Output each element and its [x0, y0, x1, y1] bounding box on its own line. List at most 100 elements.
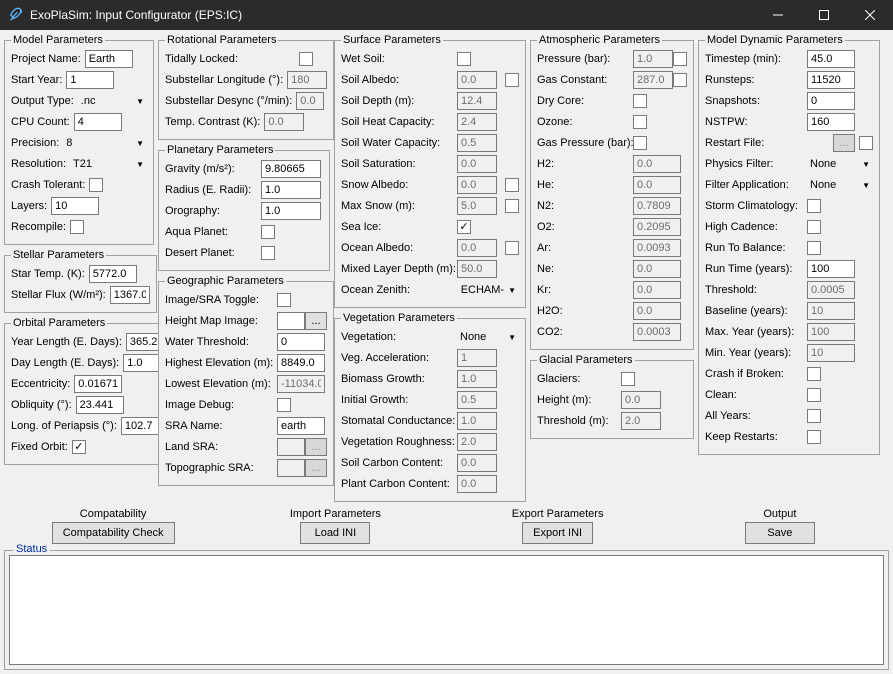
o2-input[interactable] [633, 218, 681, 236]
gas-constant-input[interactable] [633, 71, 673, 89]
temp-contrast-input[interactable] [264, 113, 304, 131]
save-button[interactable]: Save [745, 522, 815, 544]
ozone-checkbox[interactable] [633, 115, 647, 129]
image-debug-checkbox[interactable] [277, 398, 291, 412]
storm-clim-checkbox[interactable] [807, 199, 821, 213]
obliquity-input[interactable] [76, 396, 124, 414]
timestep-input[interactable] [807, 50, 855, 68]
aqua-checkbox[interactable] [261, 225, 275, 239]
tidally-locked-checkbox[interactable] [299, 52, 313, 66]
sea-ice-checkbox[interactable] [457, 220, 471, 234]
star-temp-input[interactable] [89, 265, 137, 283]
max-snow-input[interactable] [457, 197, 497, 215]
ocean-albedo-input[interactable] [457, 239, 497, 257]
soil-water-input[interactable] [457, 134, 497, 152]
min-year-input[interactable] [807, 344, 855, 362]
radius-input[interactable] [261, 181, 321, 199]
restart-file-checkbox[interactable] [859, 136, 873, 150]
crash-tolerant-checkbox[interactable] [89, 178, 103, 192]
precision-select[interactable]: 8▼ [63, 134, 147, 152]
high-cadence-checkbox[interactable] [807, 220, 821, 234]
gas-pressure-checkbox[interactable] [633, 136, 647, 150]
project-name-input[interactable] [85, 50, 133, 68]
initial-growth-input[interactable] [457, 391, 497, 409]
kr-input[interactable] [633, 281, 681, 299]
snapshots-input[interactable] [807, 92, 855, 110]
fixed-orbit-checkbox[interactable] [72, 440, 86, 454]
max-snow-checkbox[interactable] [505, 199, 519, 213]
pressure-input[interactable] [633, 50, 673, 68]
soil-heat-input[interactable] [457, 113, 497, 131]
snow-albedo-checkbox[interactable] [505, 178, 519, 192]
ocean-zenith-select[interactable]: ECHAM-▼ [435, 281, 519, 299]
max-year-input[interactable] [807, 323, 855, 341]
close-button[interactable] [847, 0, 893, 30]
pressure-checkbox[interactable] [673, 52, 687, 66]
ar-input[interactable] [633, 239, 681, 257]
resolution-select[interactable]: T21▼ [70, 155, 147, 173]
gas-constant-checkbox[interactable] [673, 73, 687, 87]
baseline-input[interactable] [807, 302, 855, 320]
he-input[interactable] [633, 176, 681, 194]
nstpw-input[interactable] [807, 113, 855, 131]
land-sra-browse-button[interactable]: ... [305, 438, 327, 456]
mixed-layer-input[interactable] [457, 260, 497, 278]
vegetation-select[interactable]: None▼ [457, 328, 519, 346]
desert-checkbox[interactable] [261, 246, 275, 260]
soil-depth-input[interactable] [457, 92, 497, 110]
orography-input[interactable] [261, 202, 321, 220]
plant-carbon-input[interactable] [457, 475, 497, 493]
h2o-input[interactable] [633, 302, 681, 320]
soil-albedo-input[interactable] [457, 71, 497, 89]
load-ini-button[interactable]: Load INI [300, 522, 370, 544]
maximize-button[interactable] [801, 0, 847, 30]
snow-albedo-input[interactable] [457, 176, 497, 194]
soil-carbon-input[interactable] [457, 454, 497, 472]
recompile-checkbox[interactable] [70, 220, 84, 234]
output-type-select[interactable]: .nc▼ [78, 92, 147, 110]
eccentricity-input[interactable] [74, 375, 122, 393]
runsteps-input[interactable] [807, 71, 855, 89]
n2-input[interactable] [633, 197, 681, 215]
status-textarea[interactable] [9, 555, 884, 665]
height-map-browse-button[interactable]: ... [305, 312, 327, 330]
glaciers-checkbox[interactable] [621, 372, 635, 386]
layers-input[interactable] [51, 197, 99, 215]
clean-checkbox[interactable] [807, 388, 821, 402]
topo-sra-browse-button[interactable]: ... [305, 459, 327, 477]
periapsis-input[interactable] [121, 417, 161, 435]
crash-broken-checkbox[interactable] [807, 367, 821, 381]
veg-accel-input[interactable] [457, 349, 497, 367]
wet-soil-checkbox[interactable] [457, 52, 471, 66]
restart-browse-button[interactable]: ... [833, 134, 855, 152]
glacier-threshold-input[interactable] [621, 412, 661, 430]
minimize-button[interactable] [755, 0, 801, 30]
land-sra-input[interactable] [277, 438, 305, 456]
water-threshold-input[interactable] [277, 333, 325, 351]
cpu-count-input[interactable] [74, 113, 122, 131]
filter-app-select[interactable]: None▼ [807, 176, 873, 194]
substellar-lon-input[interactable] [287, 71, 327, 89]
export-ini-button[interactable]: Export INI [522, 522, 593, 544]
highest-elev-input[interactable] [277, 354, 325, 372]
physics-filter-select[interactable]: None▼ [807, 155, 873, 173]
stomatal-input[interactable] [457, 412, 497, 430]
all-years-checkbox[interactable] [807, 409, 821, 423]
gravity-input[interactable] [261, 160, 321, 178]
roughness-input[interactable] [457, 433, 497, 451]
lowest-elev-input[interactable] [277, 375, 325, 393]
run-to-balance-checkbox[interactable] [807, 241, 821, 255]
sra-name-input[interactable] [277, 417, 325, 435]
sra-toggle-checkbox[interactable] [277, 293, 291, 307]
dry-core-checkbox[interactable] [633, 94, 647, 108]
ne-input[interactable] [633, 260, 681, 278]
start-year-input[interactable] [66, 71, 114, 89]
biomass-input[interactable] [457, 370, 497, 388]
co2-input[interactable] [633, 323, 681, 341]
stellar-flux-input[interactable] [110, 286, 150, 304]
topo-sra-input[interactable] [277, 459, 305, 477]
height-map-input[interactable] [277, 312, 305, 330]
soil-sat-input[interactable] [457, 155, 497, 173]
run-time-input[interactable] [807, 260, 855, 278]
compat-check-button[interactable]: Compatability Check [52, 522, 175, 544]
